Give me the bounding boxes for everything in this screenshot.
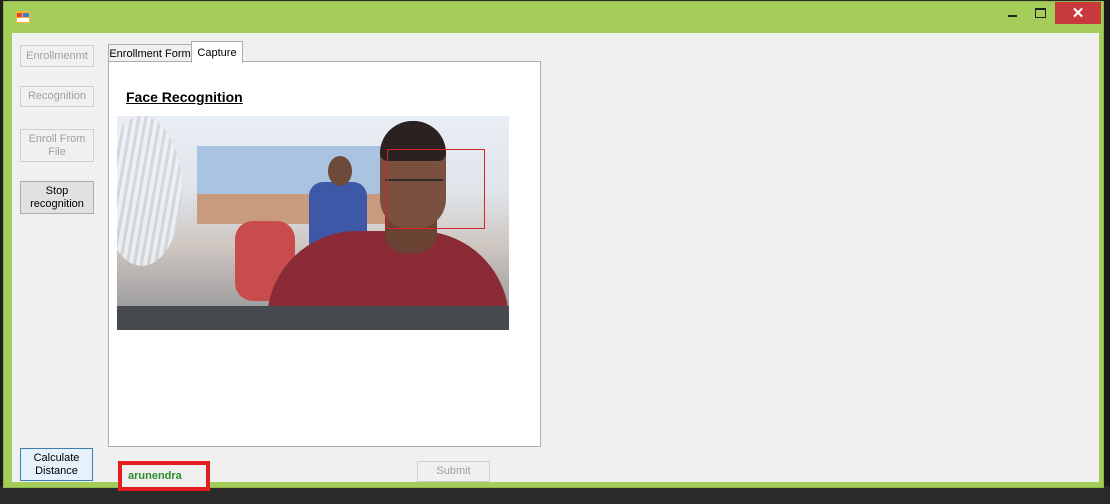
recognized-name: arunendra [128, 470, 182, 482]
minimize-button[interactable] [999, 2, 1025, 24]
maximize-button[interactable] [1027, 2, 1053, 24]
recognition-button[interactable]: Recognition [20, 86, 94, 107]
tab-capture-label: Capture [197, 46, 237, 59]
submit-button[interactable]: Submit [417, 461, 490, 482]
title-bar[interactable]: ✕ [4, 2, 1103, 33]
camera-feed [117, 116, 509, 330]
face-recognition-title: Face Recognition [126, 89, 243, 105]
stop-recognition-button-label: Stop recognition [30, 184, 84, 210]
app-icon [16, 11, 30, 23]
close-button[interactable]: ✕ [1055, 2, 1101, 24]
close-icon: ✕ [1071, 5, 1085, 22]
tab-capture[interactable]: Capture [191, 41, 243, 63]
capture-panel: Face Recognition [108, 61, 541, 447]
minimize-icon [1007, 15, 1017, 17]
calculate-distance-button-label: Calculate Distance [33, 451, 80, 477]
fan [117, 116, 182, 266]
stop-recognition-button[interactable]: Stop recognition [20, 181, 94, 214]
calculate-distance-button[interactable]: Calculate Distance [20, 448, 93, 481]
recognition-button-label: Recognition [27, 90, 87, 102]
app-window: ✕ Enrollmenmt Recognition Enroll From Fi… [3, 1, 1104, 491]
maximize-icon [1034, 8, 1046, 18]
face-detection-box [387, 149, 485, 229]
enrollment-button-label: Enrollmenmt [26, 49, 88, 62]
tab-enrollment-form-label: Enrollment Form [109, 48, 191, 60]
recognized-name-box: arunendra [118, 461, 210, 491]
enrollment-button[interactable]: Enrollmenmt [20, 45, 94, 67]
client-area: Enrollmenmt Recognition Enroll From File… [12, 33, 1099, 491]
submit-button-label: Submit [436, 465, 471, 477]
enroll-from-file-button[interactable]: Enroll From File [20, 129, 94, 162]
enroll-from-file-button-label: Enroll From File [28, 132, 86, 158]
monitor-edge [117, 306, 509, 330]
